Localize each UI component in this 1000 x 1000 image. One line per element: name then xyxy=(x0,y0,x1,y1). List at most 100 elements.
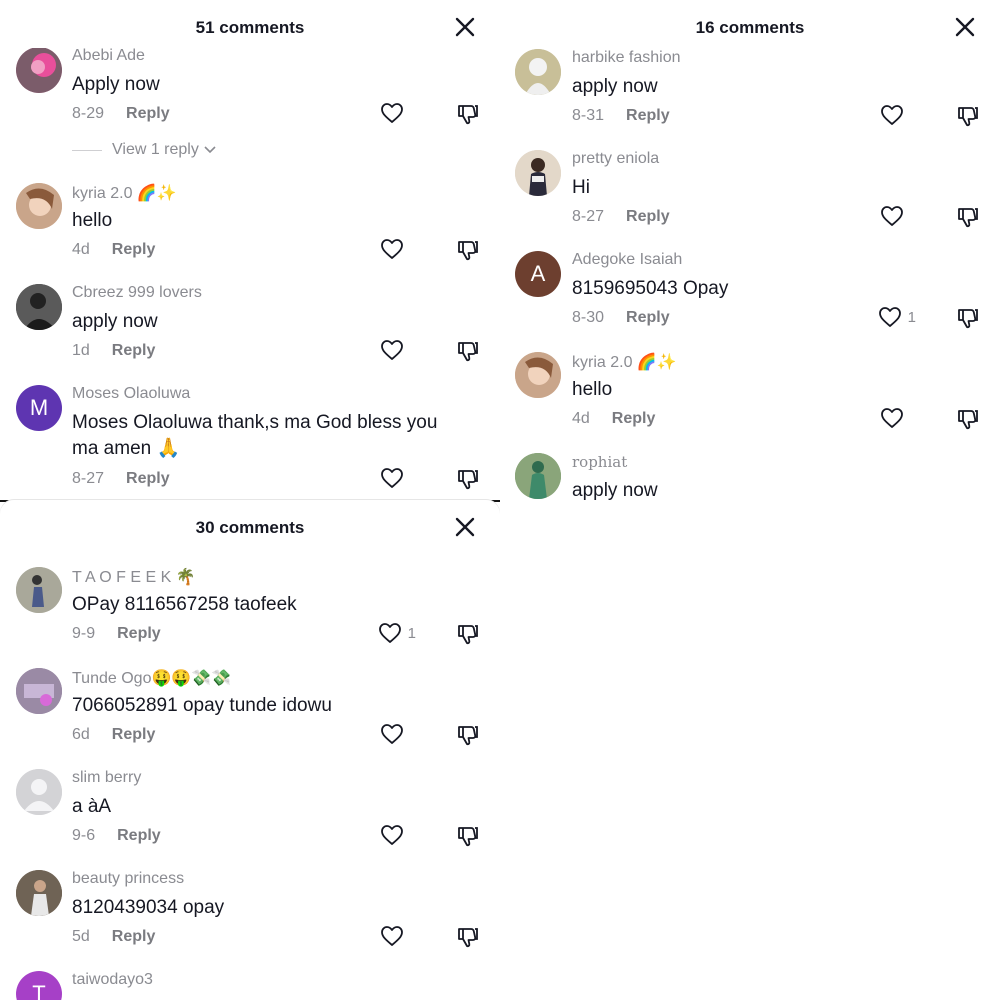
comment-text: Apply now xyxy=(72,74,160,95)
dislike-button[interactable] xyxy=(456,102,480,131)
like-button[interactable] xyxy=(880,407,904,429)
comment-username[interactable]: Tunde Ogo🤑🤑💸💸 xyxy=(72,668,231,688)
comment-meta: 8-27 Reply xyxy=(572,208,670,226)
comment-username[interactable]: Cbreez 999 lovers xyxy=(72,284,202,302)
comment-date: 9-9 xyxy=(72,625,96,642)
reply-button[interactable]: Reply xyxy=(626,309,670,326)
comment-meta: 6d Reply xyxy=(72,726,155,744)
comment-username[interactable]: kyria 2.0 🌈✨ xyxy=(572,352,677,372)
comment-meta: 5d Reply xyxy=(72,928,155,946)
comment-username[interactable]: beauty princess xyxy=(72,870,184,888)
comments-sheet-51: 51 comments Abebi Ade Apply now 8-29 Repl… xyxy=(0,0,500,500)
heart-icon xyxy=(378,623,401,643)
avatar[interactable] xyxy=(16,183,62,229)
comment-username[interactable]: rophiat xyxy=(572,453,627,471)
like-button[interactable] xyxy=(380,339,404,361)
heart-icon xyxy=(381,340,403,360)
comment-username[interactable]: harbike fashion xyxy=(572,49,681,67)
dislike-button[interactable] xyxy=(956,104,980,133)
avatar[interactable] xyxy=(16,769,62,815)
heart-icon xyxy=(881,206,903,226)
dislike-button[interactable] xyxy=(456,723,480,752)
reply-button[interactable]: Reply xyxy=(626,208,670,225)
dislike-button[interactable] xyxy=(456,925,480,954)
dislike-button[interactable] xyxy=(456,238,480,267)
heart-icon xyxy=(381,239,403,259)
comment-username[interactable]: T A O F E E K 🌴 xyxy=(72,567,196,587)
close-icon[interactable] xyxy=(454,516,476,538)
reply-button[interactable]: Reply xyxy=(112,241,156,258)
dislike-button[interactable] xyxy=(956,205,980,234)
close-icon[interactable] xyxy=(954,16,976,38)
reply-button[interactable]: Reply xyxy=(612,410,656,427)
avatar[interactable] xyxy=(515,453,561,499)
comment-username[interactable]: Moses Olaoluwa xyxy=(72,385,190,403)
dislike-button[interactable] xyxy=(956,407,980,436)
avatar[interactable]: A xyxy=(515,251,561,297)
thumbs-down-icon xyxy=(958,410,978,430)
heart-icon xyxy=(381,724,403,744)
comment-username[interactable]: Abebi Ade xyxy=(72,47,145,65)
comment-username[interactable]: kyria 2.0 🌈✨ xyxy=(72,183,177,203)
default-avatar-icon xyxy=(16,769,62,815)
comment-meta: 8-29 Reply xyxy=(72,105,170,123)
avatar[interactable] xyxy=(16,47,62,93)
reply-button[interactable]: Reply xyxy=(117,625,161,642)
like-button[interactable] xyxy=(380,102,404,124)
comment-username[interactable]: taiwodayo3 xyxy=(72,971,153,989)
reply-button[interactable]: Reply xyxy=(112,726,156,743)
reply-button[interactable]: Reply xyxy=(126,105,170,122)
thumbs-down-icon xyxy=(458,726,478,746)
like-button[interactable] xyxy=(880,104,904,126)
dislike-button[interactable] xyxy=(456,339,480,368)
avatar[interactable] xyxy=(16,870,62,916)
avatar[interactable] xyxy=(16,284,62,330)
comment-date: 4d xyxy=(572,410,590,427)
comment-username[interactable]: Adegoke Isaiah xyxy=(572,251,682,269)
comment-date: 8-31 xyxy=(572,107,605,124)
comment-date: 5d xyxy=(72,928,90,945)
dislike-button[interactable] xyxy=(456,622,480,651)
dislike-button[interactable] xyxy=(956,306,980,335)
avatar[interactable]: T xyxy=(16,971,62,1000)
heart-icon xyxy=(881,408,903,428)
comment-item: slim berry a àA 9-6 Reply xyxy=(0,769,500,869)
comments-count-title: 51 comments xyxy=(195,18,305,37)
comment-item: beauty princess 8120439034 opay 5d Reply xyxy=(0,870,500,970)
view-replies-button[interactable]: View 1 reply xyxy=(72,141,217,159)
like-button[interactable] xyxy=(380,925,404,947)
thumbs-down-icon xyxy=(458,105,478,125)
reply-button[interactable]: Reply xyxy=(126,470,170,487)
reply-button[interactable]: Reply xyxy=(112,928,156,945)
like-button[interactable] xyxy=(380,467,404,489)
like-button[interactable] xyxy=(880,205,904,227)
like-button[interactable] xyxy=(380,824,404,846)
like-button[interactable] xyxy=(380,723,404,745)
reply-button[interactable]: Reply xyxy=(117,827,161,844)
thumbs-down-icon xyxy=(958,107,978,127)
avatar[interactable] xyxy=(515,49,561,95)
comment-username[interactable]: slim berry xyxy=(72,769,141,787)
avatar[interactable] xyxy=(16,567,62,613)
avatar[interactable] xyxy=(515,150,561,196)
dislike-button[interactable] xyxy=(456,467,480,496)
avatar[interactable]: M xyxy=(16,385,62,431)
avatar[interactable] xyxy=(515,352,561,398)
reply-button[interactable]: Reply xyxy=(112,342,156,359)
like-button[interactable]: 1 xyxy=(378,622,416,644)
avatar-initial: A xyxy=(530,261,546,286)
heart-icon xyxy=(881,105,903,125)
close-icon[interactable] xyxy=(454,16,476,38)
avatar[interactable] xyxy=(16,668,62,714)
like-count: 1 xyxy=(907,308,916,326)
like-button[interactable] xyxy=(380,238,404,260)
comments-sheet-30: 30 comments T A O F E E K 🌴 OPay 8116567… xyxy=(0,500,500,1000)
reply-button[interactable]: Reply xyxy=(626,107,670,124)
comment-username[interactable]: pretty eniola xyxy=(572,150,659,168)
thumbs-down-icon xyxy=(458,928,478,948)
like-button[interactable]: 1 xyxy=(878,306,916,328)
comment-text: Hi xyxy=(572,177,590,198)
dislike-button[interactable] xyxy=(456,824,480,853)
comment-text: hello xyxy=(72,210,113,231)
thumbs-down-icon xyxy=(458,241,478,261)
